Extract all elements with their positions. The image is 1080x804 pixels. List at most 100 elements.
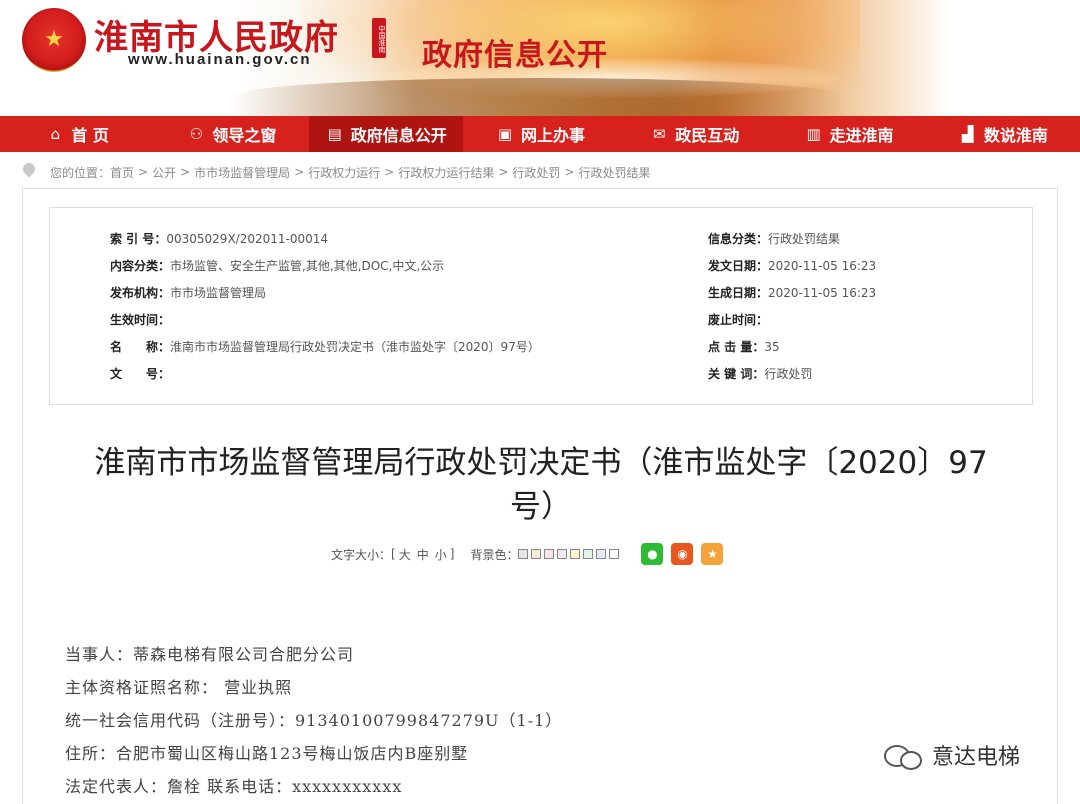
meta-key: 生效时间：	[110, 313, 171, 327]
document-title-line: 淮南市市场监督管理局行政处罚决定书（淮市监处字〔2020〕97	[94, 445, 988, 481]
meta-key: 内容分类：	[110, 259, 171, 273]
book-icon: ▥	[806, 125, 821, 143]
favorite-icon[interactable]: ★	[701, 543, 724, 565]
people-icon: ⚇	[189, 125, 204, 143]
bg-color-swatch[interactable]	[557, 549, 568, 559]
wechat-share-icon[interactable]: ●	[641, 543, 664, 565]
breadcrumb-separator: >	[384, 165, 395, 179]
meta-value: 2020-11-05 16:23	[768, 286, 877, 300]
meta-key: 点 击 量：	[708, 340, 765, 354]
breadcrumb-prefix: 您的位置：	[50, 165, 111, 180]
bg-color-swatch[interactable]	[544, 549, 555, 559]
body-line-party: 当事人：蒂森电梯有限公司合肥分公司	[65, 645, 355, 664]
breadcrumb-link-penalty[interactable]: 行政处罚	[512, 164, 560, 181]
meta-key: 索 引 号：	[110, 232, 167, 246]
meta-view-count: 点 击 量：35	[708, 338, 780, 355]
location-pin-icon	[22, 163, 36, 181]
meta-key: 文 号：	[110, 367, 171, 381]
meta-key: 发布机构：	[110, 286, 171, 300]
breadcrumb-link-power-results[interactable]: 行政权力运行结果	[398, 164, 494, 181]
meta-value: 淮南市市场监督管理局行政处罚决定书（淮市监处字〔2020〕97号）	[170, 340, 540, 354]
document-title: 淮南市市场监督管理局行政处罚决定书（淮市监处字〔2020〕97 号）	[23, 441, 1059, 529]
meta-key: 信息分类：	[708, 232, 769, 246]
meta-expiry-date: 废止时间：	[708, 311, 768, 328]
bg-color-swatch[interactable]	[596, 549, 607, 559]
nav-item-label: 领导之窗	[212, 126, 277, 145]
breadcrumb-link-bureau[interactable]: 市市场监督管理局	[194, 164, 290, 181]
breadcrumb-separator: >	[498, 165, 509, 179]
bg-color-swatch[interactable]	[570, 549, 581, 559]
national-emblem-logo[interactable]: ★	[22, 8, 86, 72]
monitor-icon: ▣	[497, 125, 513, 143]
meta-issue-date: 发文日期：2020-11-05 16:23	[708, 257, 876, 274]
bar-chart-icon: ▟	[962, 125, 974, 143]
bg-color-swatch[interactable]	[518, 549, 529, 559]
body-line-address: 住所：合肥市蜀山区梅山路123号梅山饭店内B座别墅	[65, 744, 469, 763]
breadcrumb-separator: >	[138, 165, 149, 179]
nav-item-home[interactable]: ⌂ 首 页	[0, 116, 154, 152]
body-line-license: 主体资格证照名称： 营业执照	[65, 678, 293, 697]
meta-key: 名 称：	[110, 340, 171, 354]
meta-name: 名 称：淮南市市场监督管理局行政处罚决定书（淮市监处字〔2020〕97号）	[110, 338, 540, 355]
banner-shore-image	[230, 78, 850, 116]
nav-item-label: 首 页	[71, 126, 109, 145]
breadcrumb-link-penalty-results[interactable]: 行政处罚结果	[578, 164, 650, 181]
meta-value: 35	[764, 340, 780, 354]
body-line-credit-code: 统一社会信用代码（注册号）：91340100799847279U（1-1）	[65, 711, 563, 730]
reading-tools: 文字大小： [ 大 中 小 ] 背景色： ● ◉ ★	[331, 541, 724, 567]
font-size-large-button[interactable]: 大	[399, 546, 411, 563]
meta-content-category: 内容分类：市场监管、安全生产监管,其他,其他,DOC,中文,公示	[110, 257, 444, 274]
meta-value: 行政处罚	[764, 367, 813, 381]
font-size-medium-button[interactable]: 中	[417, 546, 429, 563]
meta-value: 市场监管、安全生产监管,其他,其他,DOC,中文,公示	[170, 259, 445, 273]
bracket: ]	[449, 547, 455, 561]
site-url: www.huainan.gov.cn	[128, 51, 312, 68]
nav-item-label: 政民互动	[675, 126, 740, 145]
meta-effective-date: 生效时间：	[110, 311, 170, 328]
red-seal-logo: 中国淮南	[372, 18, 386, 58]
breadcrumb-link-open[interactable]: 公开	[152, 164, 176, 181]
meta-created-date: 生成日期：2020-11-05 16:23	[708, 284, 876, 301]
meta-value: 2020-11-05 16:23	[768, 259, 877, 273]
breadcrumb-link-power[interactable]: 行政权力运行	[308, 164, 380, 181]
breadcrumb-separator: >	[564, 165, 575, 179]
bracket: [	[391, 547, 396, 561]
font-size-label: 文字大小：	[331, 547, 392, 562]
nav-item-gov-info[interactable]: ▤ 政府信息公开	[308, 116, 463, 152]
meta-key: 生成日期：	[708, 286, 769, 300]
breadcrumb-separator: >	[294, 165, 305, 179]
weibo-share-icon[interactable]: ◉	[671, 543, 694, 565]
meta-keywords: 关 键 词：行政处罚	[708, 365, 812, 382]
meta-value: 00305029X/202011-00014	[166, 232, 329, 246]
bg-color-swatch[interactable]	[609, 549, 620, 559]
meta-doc-number: 文 号：	[110, 365, 170, 382]
meta-info-category: 信息分类：行政处罚结果	[708, 230, 840, 247]
nav-item-data[interactable]: ▟ 数说淮南	[926, 116, 1080, 152]
body-line-representative: 法定代表人：詹栓 联系电话：xxxxxxxxxxx	[65, 777, 403, 796]
bg-color-swatch[interactable]	[583, 549, 594, 559]
content-panel: 索 引 号：00305029X/202011-00014 内容分类：市场监管、安…	[22, 188, 1058, 804]
document-title-line: 号）	[510, 489, 572, 525]
wechat-logo-icon	[884, 742, 924, 770]
meta-publisher: 发布机构：市市场监督管理局	[110, 284, 266, 301]
home-icon: ⌂	[50, 125, 61, 143]
meta-value: 行政处罚结果	[768, 232, 841, 246]
background-color-label: 背景色：	[470, 547, 519, 562]
nav-item-leaders[interactable]: ⚇ 领导之窗	[154, 116, 308, 152]
chat-icon: ✉	[652, 125, 666, 143]
nav-item-about-city[interactable]: ▥ 走进淮南	[771, 116, 925, 152]
meta-value: 市市场监督管理局	[170, 286, 267, 300]
breadcrumb-link-home[interactable]: 首页	[110, 164, 134, 181]
wechat-watermark: 意达电梯	[884, 738, 1020, 772]
font-size-small-button[interactable]: 小	[435, 546, 447, 563]
meta-index-number: 索 引 号：00305029X/202011-00014	[110, 230, 328, 247]
bg-color-swatch[interactable]	[531, 549, 542, 559]
meta-key: 发文日期：	[708, 259, 769, 273]
nav-item-online-services[interactable]: ▣ 网上办事	[463, 116, 617, 152]
nav-item-label: 政府信息公开	[350, 126, 447, 145]
nav-item-interaction[interactable]: ✉ 政民互动	[617, 116, 771, 152]
nav-item-label: 走进淮南	[829, 126, 894, 145]
metadata-box: 索 引 号：00305029X/202011-00014 内容分类：市场监管、安…	[49, 207, 1033, 405]
watermark-text: 意达电梯	[932, 745, 1021, 770]
breadcrumb: 您的位置： 首页 > 公开 > 市市场监督管理局 > 行政权力运行 > 行政权力…	[22, 160, 651, 184]
